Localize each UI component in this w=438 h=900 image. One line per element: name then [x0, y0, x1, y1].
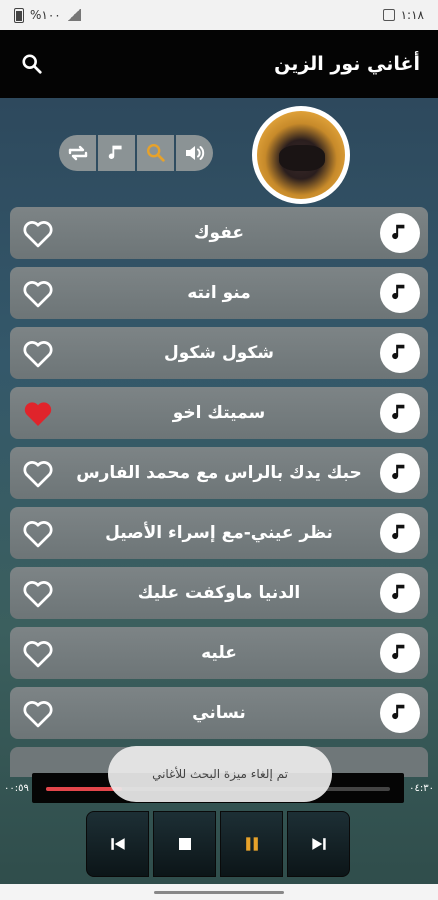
- song-row[interactable]: سميتك اخو: [10, 387, 428, 439]
- heart-outline-icon: [23, 221, 53, 248]
- heart-outline-icon: [23, 641, 53, 668]
- favorite-heart-button[interactable]: [20, 277, 56, 309]
- heart-outline-icon: [23, 581, 53, 608]
- song-title: نساني: [192, 703, 246, 723]
- app-bar: أغاني نور الزين: [0, 30, 438, 98]
- playback-buttons: [86, 811, 352, 877]
- battery-icon: [14, 7, 24, 23]
- song-row[interactable]: شكول شكول: [10, 327, 428, 379]
- favorite-heart-filled[interactable]: [20, 397, 56, 429]
- status-time: ١:١٨: [400, 8, 424, 22]
- player-controls-bar: [59, 135, 213, 171]
- stop-button[interactable]: [153, 811, 216, 877]
- elapsed-time: ٠٠:٥٩: [4, 783, 29, 794]
- heart-outline-icon: [23, 701, 53, 728]
- music-note-icon: [392, 404, 405, 420]
- favorite-heart-button[interactable]: [20, 517, 56, 549]
- heart-outline-icon: [23, 461, 53, 488]
- music-button[interactable]: [98, 135, 135, 171]
- song-title: شكول شكول: [164, 343, 274, 363]
- song-row[interactable]: منو انته: [10, 267, 428, 319]
- next-button[interactable]: [287, 811, 350, 877]
- volume-button[interactable]: [176, 135, 213, 171]
- song-title: سميتك اخو: [172, 403, 266, 423]
- favorite-heart-button[interactable]: [20, 637, 56, 669]
- music-note-icon: [392, 524, 405, 540]
- app-title: أغاني نور الزين: [274, 53, 420, 75]
- play-song-button[interactable]: [380, 273, 420, 313]
- heart-outline-icon: [23, 341, 53, 368]
- song-title: عليه: [201, 643, 237, 663]
- pause-button[interactable]: [220, 811, 283, 877]
- song-row[interactable]: عليه: [10, 627, 428, 679]
- song-row[interactable]: حبك يدك بالراس مع محمد الفارس: [10, 447, 428, 499]
- song-title: الدنيا ماوكفت عليك: [137, 583, 301, 603]
- play-song-button[interactable]: [380, 633, 420, 673]
- music-note-icon: [392, 644, 405, 660]
- play-song-button[interactable]: [380, 213, 420, 253]
- search-song-button[interactable]: [137, 135, 174, 171]
- music-note-icon: [392, 284, 405, 300]
- music-note-icon: [392, 704, 405, 720]
- search-icon[interactable]: [18, 50, 46, 78]
- song-title: نظر عيني-مع إسراء الأصيل: [105, 523, 333, 543]
- artist-photo: [257, 111, 345, 199]
- play-song-button[interactable]: [380, 693, 420, 733]
- toast-message: تم إلغاء ميزة البحث للأغاني: [108, 746, 332, 802]
- pause-icon: [245, 837, 258, 851]
- song-row[interactable]: نساني: [10, 687, 428, 739]
- system-nav-bar: [0, 884, 438, 900]
- stop-icon: [178, 838, 191, 850]
- song-row[interactable]: عفوك: [10, 207, 428, 259]
- home-indicator[interactable]: [154, 890, 284, 894]
- heart-outline-icon: [23, 281, 53, 308]
- repeat-button[interactable]: [59, 135, 96, 171]
- music-note-icon: [108, 145, 122, 159]
- song-title: حبك يدك بالراس مع محمد الفارس: [76, 463, 362, 483]
- status-bar: %١٠٠ ١:١٨: [0, 0, 438, 30]
- play-song-button[interactable]: [380, 393, 420, 433]
- notification-icon: [382, 9, 395, 21]
- play-song-button[interactable]: [380, 453, 420, 493]
- volume-icon: [185, 146, 204, 160]
- artist-avatar: [252, 106, 350, 204]
- seek-progress: [46, 787, 122, 791]
- song-title: عفوك: [193, 223, 245, 243]
- search-icon: [146, 144, 165, 162]
- music-note-icon: [392, 464, 405, 480]
- battery-level: %١٠٠: [30, 8, 61, 22]
- repeat-icon: [68, 145, 87, 161]
- play-song-button[interactable]: [380, 573, 420, 613]
- previous-button[interactable]: [86, 811, 149, 877]
- favorite-heart-button[interactable]: [20, 697, 56, 729]
- heart-filled-icon: [24, 402, 52, 426]
- song-row[interactable]: نظر عيني-مع إسراء الأصيل: [10, 507, 428, 559]
- play-song-button[interactable]: [380, 513, 420, 553]
- music-note-icon: [392, 224, 405, 240]
- music-note-icon: [392, 584, 405, 600]
- total-time: ٠٤:٣٠: [409, 783, 434, 794]
- heart-outline-icon: [23, 521, 53, 548]
- signal-icon: [66, 9, 81, 21]
- music-note-icon: [392, 344, 405, 360]
- skip-next-icon: [311, 838, 326, 850]
- song-title: منو انته: [187, 283, 251, 303]
- favorite-heart-button[interactable]: [20, 577, 56, 609]
- favorite-heart-button[interactable]: [20, 457, 56, 489]
- favorite-heart-button[interactable]: [20, 337, 56, 369]
- play-song-button[interactable]: [380, 333, 420, 373]
- song-list: عفوك منو انته شكول شكول سميتك اخو حبك يدك با…: [10, 207, 428, 747]
- favorite-heart-button[interactable]: [20, 217, 56, 249]
- skip-previous-icon: [110, 838, 125, 850]
- song-row[interactable]: الدنيا ماوكفت عليك: [10, 567, 428, 619]
